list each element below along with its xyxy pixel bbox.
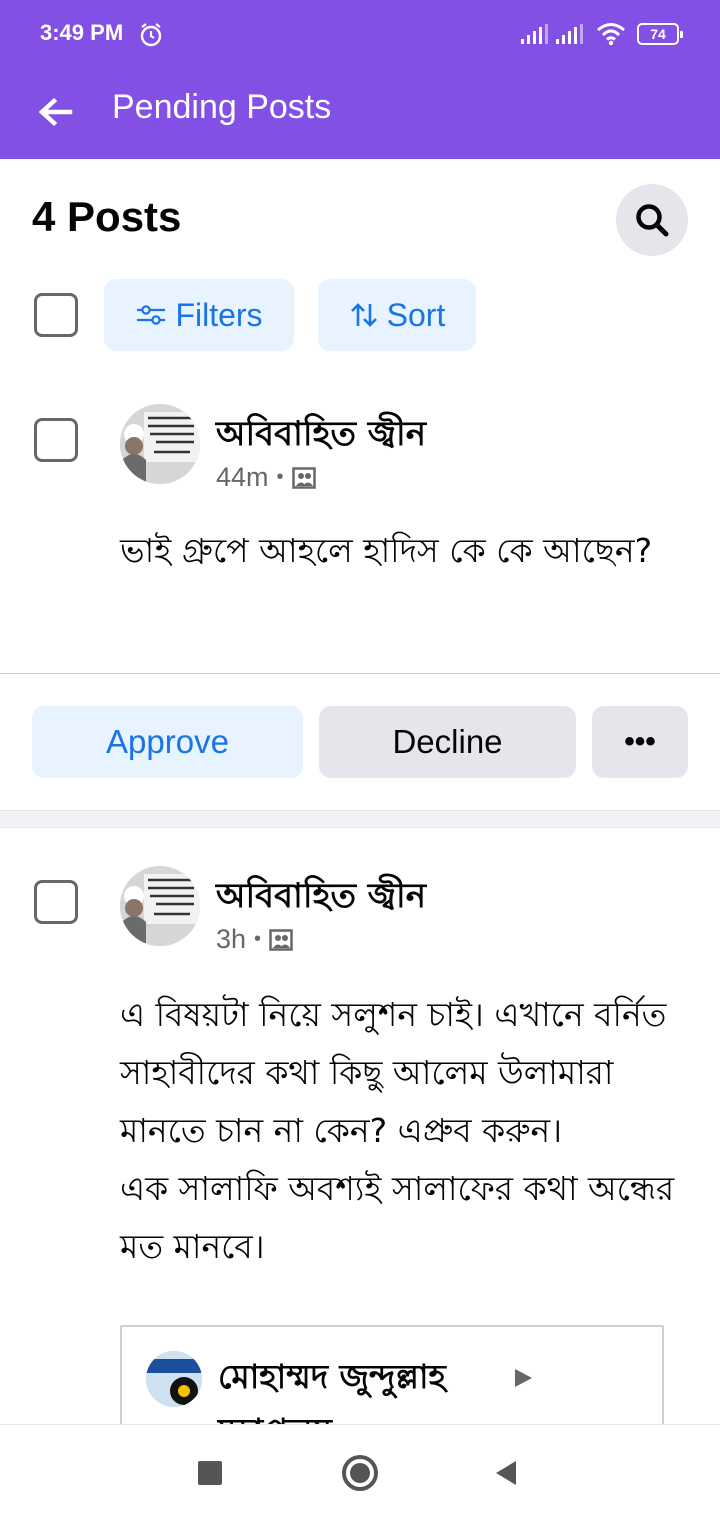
post-meta: 3h •: [216, 924, 293, 955]
battery-indicator: 74: [637, 23, 683, 45]
post-author[interactable]: অবিবাহিত জ্বীন: [216, 870, 426, 927]
post-meta: 44m •: [216, 462, 316, 493]
wifi-icon: [597, 23, 625, 46]
sliders-icon: [137, 305, 166, 325]
divider: [0, 673, 720, 674]
post-text: ভাই গ্রুপে আহলে হাদিস কে কে আছেন?: [120, 531, 653, 570]
home-button[interactable]: [342, 1455, 378, 1491]
recents-button[interactable]: [198, 1461, 222, 1485]
filters-label: Filters: [175, 296, 263, 333]
post-time: 44m: [216, 462, 269, 492]
status-bar: 3:49 PM 74: [0, 0, 720, 70]
sort-label: Sort: [386, 296, 446, 333]
section-separator: [0, 810, 720, 828]
app-bar: Pending Posts: [0, 70, 720, 159]
photo-icon: [291, 466, 316, 489]
signal-icon: [521, 24, 548, 44]
post-select-checkbox[interactable]: [34, 418, 78, 462]
triangle-right-icon: [515, 1369, 532, 1387]
sort-button[interactable]: Sort: [318, 279, 476, 351]
system-nav-bar: [0, 1424, 720, 1520]
shared-post-author[interactable]: মোহাম্মদ জুন্দুল্লাহ: [218, 1351, 446, 1407]
search-button[interactable]: [616, 184, 688, 256]
avatar[interactable]: [146, 1351, 202, 1407]
page-title: Pending Posts: [112, 88, 332, 126]
select-all-checkbox[interactable]: [34, 293, 78, 337]
sort-arrows-icon: [350, 303, 377, 327]
filters-button[interactable]: Filters: [104, 279, 294, 351]
approve-button[interactable]: Approve: [32, 706, 303, 778]
back-triangle-icon[interactable]: [494, 1459, 518, 1487]
photo-icon: [269, 928, 293, 951]
signal-icon: [556, 24, 583, 44]
posts-count-heading: 4 Posts: [32, 193, 182, 240]
search-icon: [636, 204, 669, 237]
arrow-left-icon[interactable]: [36, 92, 76, 132]
avatar[interactable]: [120, 866, 200, 946]
more-options-button[interactable]: •••: [592, 706, 688, 778]
avatar[interactable]: [120, 404, 200, 484]
post-select-checkbox[interactable]: [34, 880, 78, 924]
status-time: 3:49 PM: [40, 20, 124, 45]
alarm-icon: [140, 23, 162, 47]
post-time: 3h: [216, 924, 247, 954]
post-text: এ বিষয়টা নিয়ে সলুশন চাই। এখানে বর্নিত …: [120, 995, 675, 1266]
post-author[interactable]: অবিবাহিত জ্বীন: [216, 408, 426, 465]
decline-button[interactable]: Decline: [319, 706, 576, 778]
